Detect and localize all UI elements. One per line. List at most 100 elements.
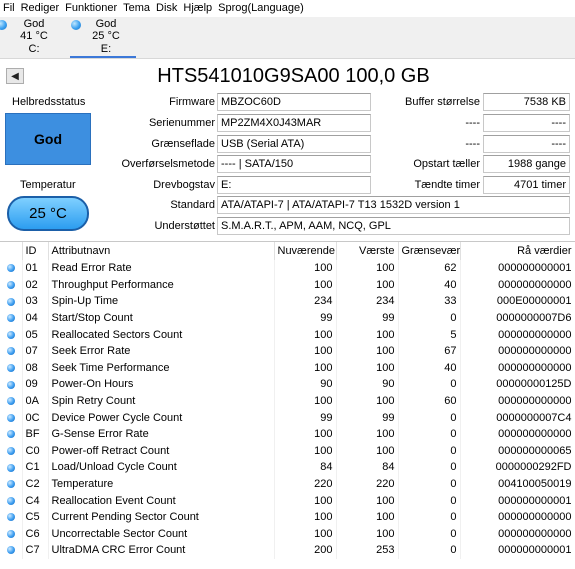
raw-value: 0000000292FD (460, 459, 575, 476)
status-dot-icon (6, 363, 15, 372)
table-row[interactable]: C6 Uncorrectable Sector Count 100 100 0 00000… (0, 525, 575, 543)
worst-value: 100 (336, 392, 399, 410)
current-value: 100 (274, 442, 337, 460)
current-value: 100 (274, 276, 337, 294)
drive-letter-value: E: (217, 176, 371, 194)
menu-bar: Fil Rediger Funktioner Tema Disk Hjælp S… (0, 0, 575, 17)
menu-functions[interactable]: Funktioner (62, 0, 120, 17)
current-value: 99 (274, 309, 337, 327)
raw-value: 000000000000 (460, 392, 575, 410)
attribute-name: Spin Retry Count (48, 392, 275, 410)
status-cell (0, 342, 23, 360)
status-dot-icon (6, 546, 15, 555)
status-cell (0, 392, 23, 410)
table-row[interactable]: 08 Seek Time Performance 100 100 40 000000000… (0, 359, 575, 377)
health-status-button[interactable]: God (5, 113, 91, 165)
table-row[interactable]: 09 Power-On Hours 90 90 0 00000000125D (0, 376, 575, 393)
table-row[interactable]: 04 Start/Stop Count 99 99 0 0000000007D6 (0, 309, 575, 327)
current-value: 100 (274, 392, 337, 410)
table-row[interactable]: C1 Load/Unload Cycle Count 84 84 0 0000000292… (0, 459, 575, 476)
drive-letter: C: (28, 43, 40, 55)
header-id[interactable]: ID (22, 242, 49, 260)
drive-tab-c[interactable]: God 41 °C C: (0, 17, 70, 59)
temperature-button[interactable]: 25 °C (7, 196, 89, 231)
current-value: 100 (274, 260, 337, 277)
attribute-id: 01 (22, 260, 49, 277)
raw-value: 00000000125D (460, 376, 575, 393)
current-value: 100 (274, 359, 337, 377)
threshold-value: 62 (398, 260, 461, 277)
raw-value: 000000000001 (460, 542, 575, 559)
table-row[interactable]: 0A Spin Retry Count 100 100 60 000000000000 (0, 392, 575, 410)
attribute-name: Reallocated Sectors Count (48, 326, 275, 343)
attribute-id: C2 (22, 475, 49, 493)
attribute-id: 09 (22, 376, 49, 393)
attribute-name: G-Sense Error Rate (48, 425, 275, 443)
attribute-name: Uncorrectable Sector Count (48, 525, 275, 543)
status-cell (0, 359, 23, 377)
threshold-value: 60 (398, 392, 461, 410)
table-row[interactable]: C5 Current Pending Sector Count 100 100 0 000… (0, 508, 575, 526)
attribute-name: Throughput Performance (48, 276, 275, 294)
table-row[interactable]: 0C Device Power Cycle Count 99 99 0 000000000… (0, 409, 575, 426)
header-status[interactable] (0, 242, 23, 260)
worst-value: 100 (336, 525, 399, 543)
table-row[interactable]: C4 Reallocation Event Count 100 100 0 0000000… (0, 492, 575, 509)
table-row[interactable]: C2 Temperature 220 220 0 004100050019 (0, 475, 575, 493)
raw-value: 0000000007D6 (460, 309, 575, 327)
threshold-value: 0 (398, 442, 461, 460)
status-cell (0, 442, 23, 460)
attribute-id: C0 (22, 442, 49, 460)
status-dot-icon (6, 314, 15, 323)
threshold-value: 5 (398, 326, 461, 343)
menu-language[interactable]: Sprog(Language) (215, 0, 307, 17)
header-attribute-name[interactable]: Attributnavn (48, 242, 275, 260)
worst-value: 84 (336, 459, 399, 476)
header-current[interactable]: Nuværende (274, 242, 337, 260)
attribute-id: 02 (22, 276, 49, 294)
status-cell (0, 409, 23, 426)
status-dot-icon (6, 496, 15, 505)
attribute-id: 0A (22, 392, 49, 410)
header-threshold[interactable]: Grænseværdi (398, 242, 461, 260)
status-cell (0, 525, 23, 543)
buffer-size-value: 7538 KB (483, 93, 570, 111)
menu-theme[interactable]: Tema (120, 0, 153, 17)
current-value: 100 (274, 508, 337, 526)
table-row[interactable]: C7 UltraDMA CRC Error Count 200 253 0 0000000… (0, 542, 575, 559)
current-value: 84 (274, 459, 337, 476)
table-row[interactable]: 07 Seek Error Rate 100 100 67 000000000000 (0, 342, 575, 360)
status-cell (0, 326, 23, 343)
menu-help[interactable]: Hjælp (180, 0, 215, 17)
header-raw-values[interactable]: Rå værdier (460, 242, 575, 260)
raw-value: 0000000007C4 (460, 409, 575, 426)
header-worst[interactable]: Værste (336, 242, 399, 260)
threshold-value: 67 (398, 342, 461, 360)
menu-edit[interactable]: Rediger (18, 0, 63, 17)
attribute-name: Seek Time Performance (48, 359, 275, 377)
menu-file[interactable]: Fil (0, 0, 18, 17)
table-row[interactable]: 03 Spin-Up Time 234 234 33 000E00000001 (0, 293, 575, 310)
table-row[interactable]: 01 Read Error Rate 100 100 62 000000000001 (0, 260, 575, 277)
raw-value: 000000000001 (460, 260, 575, 277)
drive-temperature: 25 °C (92, 30, 120, 42)
supported-label: Understøttet (154, 220, 215, 232)
raw-value: 000000000000 (460, 276, 575, 294)
table-row[interactable]: C0 Power-off Retract Count 100 100 0 00000000… (0, 442, 575, 460)
health-status-label: Helbredsstatus (12, 96, 86, 108)
drive-tab-e[interactable]: God 25 °C E: (68, 17, 138, 59)
table-row[interactable]: BF G-Sense Error Rate 100 100 0 000000000000 (0, 425, 575, 443)
menu-disk[interactable]: Disk (153, 0, 180, 17)
attribute-id: 0C (22, 409, 49, 426)
drive-status: God (23, 18, 45, 30)
status-dot-icon (6, 480, 15, 489)
attribute-name: Power-On Hours (48, 376, 275, 393)
drive-status: God (95, 18, 117, 30)
table-row[interactable]: 02 Throughput Performance 100 100 40 00000000… (0, 276, 575, 294)
table-row[interactable]: 05 Reallocated Sectors Count 100 100 5 000000… (0, 326, 575, 343)
attribute-id: C1 (22, 459, 49, 476)
placeholder-label-2: ---- (465, 138, 480, 150)
current-value: 200 (274, 542, 337, 559)
current-value: 234 (274, 293, 337, 310)
status-cell (0, 376, 23, 393)
